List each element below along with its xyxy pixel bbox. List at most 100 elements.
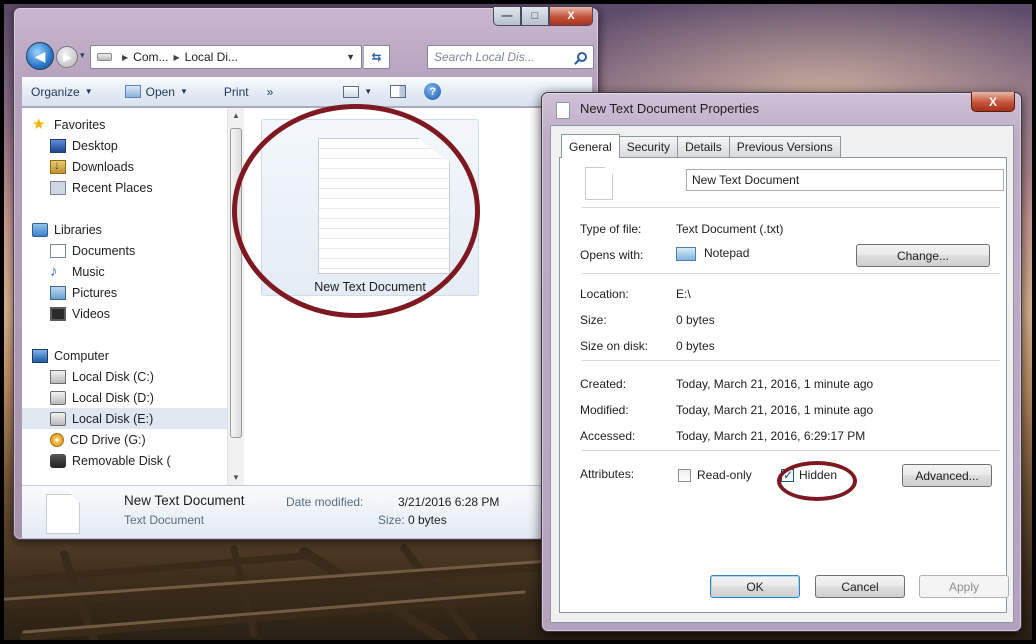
search-icon[interactable] [577, 52, 587, 62]
nav-item-cd-drive-g[interactable]: CD Drive (G:) [22, 429, 227, 450]
open-button[interactable]: Open ▼ [116, 77, 197, 106]
nav-item-label: Libraries [54, 222, 102, 237]
modified-label: Modified: [580, 403, 629, 417]
nav-item-computer[interactable]: Computer [22, 345, 227, 366]
divider [582, 450, 1000, 451]
nav-item-label: Music [72, 264, 105, 279]
forward-button[interactable]: ▶ [56, 46, 78, 68]
nav-item-recent-places[interactable]: Recent Places [22, 177, 227, 198]
nav-item-label: Local Disk (C:) [72, 369, 154, 384]
tab-previous-versions[interactable]: Previous Versions [728, 136, 841, 157]
type-of-file-label: Type of file: [580, 222, 642, 236]
address-bar[interactable]: ▶ Com... ▶ Local Di... ▼ [90, 45, 362, 69]
nav-item-label: Desktop [72, 138, 118, 153]
back-button[interactable]: ◀ [26, 42, 54, 70]
search-placeholder: Search Local Dis... [434, 50, 535, 64]
music-icon: ♪ [50, 262, 58, 280]
nav-item-label: Favorites [54, 117, 106, 132]
chevron-down-icon: ▼ [364, 87, 373, 96]
search-input[interactable]: Search Local Dis... [427, 45, 594, 69]
read-only-checkbox[interactable] [678, 469, 691, 482]
opens-with-value: Notepad [676, 246, 749, 261]
details-size-label: Size: [378, 513, 405, 527]
nav-item-desktop[interactable]: Desktop [22, 135, 227, 156]
breadcrumb-arrow-icon[interactable]: ▶ [122, 53, 128, 62]
tab-general[interactable]: General [561, 134, 620, 158]
open-label: Open [145, 84, 175, 99]
nav-item-label: Videos [72, 306, 110, 321]
accessed-label: Accessed: [580, 429, 636, 443]
divider [582, 273, 1000, 274]
apply-button[interactable]: Apply [919, 575, 1009, 598]
minimize-button[interactable]: — [493, 7, 521, 26]
nav-item-label: Pictures [72, 285, 118, 300]
nav-item-label: Computer [54, 348, 109, 363]
scroll-up-icon[interactable]: ▲ [232, 111, 240, 120]
annotation-circle-file [232, 104, 480, 318]
file-name-input[interactable]: New Text Document [686, 169, 1004, 191]
nav-item-downloads[interactable]: Downloads [22, 156, 227, 177]
tab-security[interactable]: Security [618, 136, 679, 157]
divider [582, 207, 1000, 208]
close-button[interactable]: X [549, 7, 593, 26]
print-button[interactable]: Print [215, 77, 258, 106]
help-button[interactable]: ? [415, 77, 450, 106]
desktop-icon [50, 138, 66, 153]
ok-button[interactable]: OK [710, 575, 800, 598]
preview-pane-button[interactable] [381, 77, 415, 106]
nav-item-videos[interactable]: Videos [22, 303, 227, 324]
hard-drive-icon [50, 390, 66, 405]
nav-item-local-disk-e[interactable]: Local Disk (E:) [22, 408, 227, 429]
nav-item-label: Local Disk (D:) [72, 390, 154, 405]
nav-item-removable-disk[interactable]: Removable Disk ( [22, 450, 227, 471]
address-dropdown-icon[interactable]: ▼ [346, 52, 355, 62]
maximize-button[interactable]: □ [521, 7, 549, 26]
nav-item-favorites[interactable]: ★ Favorites [22, 114, 227, 135]
accessed-value: Today, March 21, 2016, 6:29:17 PM [676, 429, 866, 443]
nav-item-music[interactable]: ♪ Music [22, 261, 227, 282]
drive-icon [97, 53, 112, 61]
general-tab-panel: New Text Document Type of file: Text Doc… [559, 157, 1007, 613]
change-view-button[interactable]: ▼ [334, 77, 381, 106]
breadcrumb-computer[interactable]: Com... [133, 50, 168, 64]
size-on-disk-value: 0 bytes [676, 339, 715, 353]
downloads-icon [50, 158, 66, 174]
notepad-icon [124, 85, 141, 98]
refresh-icon[interactable]: ⇆ [364, 45, 390, 69]
nav-item-local-disk-c[interactable]: Local Disk (C:) [22, 366, 227, 387]
breadcrumb-local-disk[interactable]: Local Di... [185, 50, 238, 64]
details-file-name: New Text Document [124, 493, 245, 508]
nav-item-libraries[interactable]: Libraries [22, 219, 227, 240]
nav-pane-scrollbar[interactable]: ▲ ▼ [227, 108, 244, 485]
breadcrumb-arrow-icon[interactable]: ▶ [174, 53, 180, 62]
change-button[interactable]: Change... [856, 244, 990, 267]
chevron-down-icon: ▼ [179, 87, 188, 96]
organize-button[interactable]: Organize ▼ [22, 77, 102, 106]
recent-pages-chevron-down-icon[interactable]: ▾ [80, 50, 85, 61]
libraries-icon [32, 222, 48, 237]
tab-strip: General Security Details Previous Versio… [561, 134, 841, 158]
created-label: Created: [580, 377, 627, 391]
read-only-label[interactable]: Read-only [697, 468, 752, 482]
nav-item-local-disk-d[interactable]: Local Disk (D:) [22, 387, 227, 408]
nav-item-documents[interactable]: Documents [22, 240, 227, 261]
properties-dialog: New Text Document Properties X General S… [541, 92, 1022, 632]
scroll-down-icon[interactable]: ▼ [232, 473, 240, 482]
nav-item-pictures[interactable]: Pictures [22, 282, 227, 303]
tab-details[interactable]: Details [677, 136, 730, 157]
attributes-label: Attributes: [580, 467, 635, 481]
advanced-button[interactable]: Advanced... [902, 464, 992, 487]
divider [582, 360, 1000, 361]
pictures-icon [50, 285, 66, 300]
modified-value: Today, March 21, 2016, 1 minute ago [676, 403, 874, 417]
help-icon: ? [424, 83, 442, 100]
navigation-bar: ◀ ▶ ▾ ▶ Com... ▶ Local Di... ▼ ⇆ Search … [22, 41, 594, 70]
more-commands-button[interactable]: » [258, 77, 283, 106]
dialog-close-button[interactable]: X [971, 92, 1015, 112]
chevron-down-icon: ▼ [84, 87, 93, 96]
text-document-icon [556, 102, 570, 119]
nav-item-label: Removable Disk ( [72, 453, 171, 468]
details-size: 0 bytes [408, 513, 447, 527]
cancel-button[interactable]: Cancel [815, 575, 905, 598]
removable-disk-icon [50, 453, 66, 468]
